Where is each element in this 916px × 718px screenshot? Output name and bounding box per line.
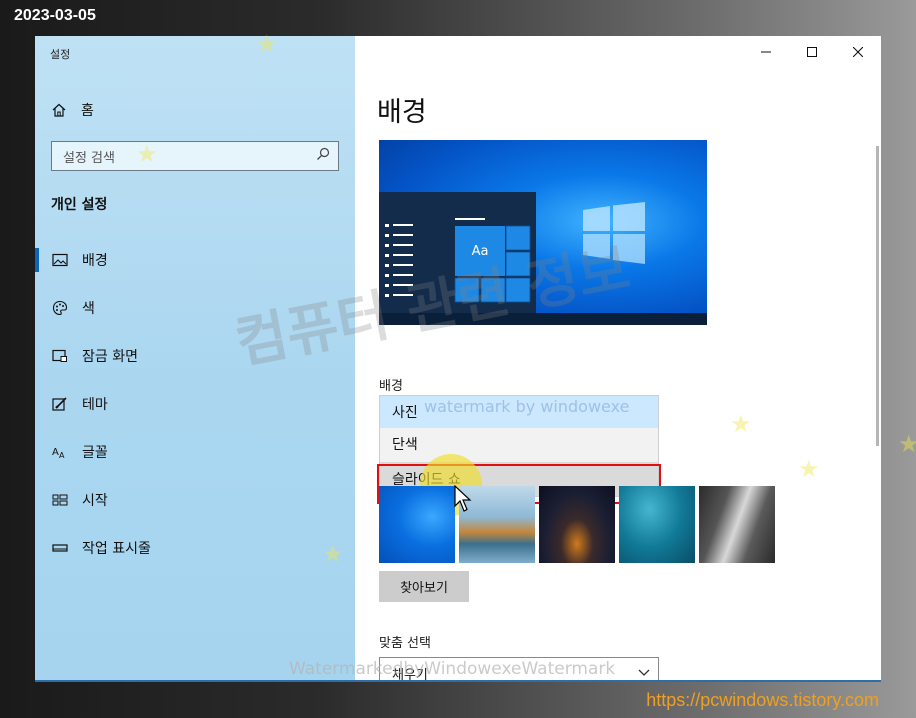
sidebar-item-label: 시작 — [82, 493, 108, 509]
sidebar-item-label: 테마 — [82, 397, 108, 413]
svg-text:A: A — [59, 451, 65, 459]
footer-url: https://pcwindows.tistory.com — [646, 690, 879, 710]
preview-tile: Aa — [455, 226, 505, 276]
maximize-icon — [807, 47, 817, 57]
home-label: 홈 — [81, 103, 94, 119]
sidebar-item-background[interactable]: 배경 — [35, 236, 355, 284]
date-stamp: 2023-03-05 — [14, 7, 96, 24]
window-controls — [743, 36, 881, 68]
page-title: 배경 — [377, 97, 427, 128]
lock-screen-icon — [52, 348, 68, 364]
sidebar-item-label: 잠금 화면 — [82, 349, 138, 365]
fit-select[interactable]: 채우기 — [379, 657, 659, 682]
star-decoration: ★ — [898, 430, 916, 458]
picture-thumbnail-4[interactable] — [619, 486, 695, 563]
home-nav-item[interactable]: 홈 — [51, 100, 94, 120]
home-icon — [51, 102, 67, 118]
close-icon — [853, 47, 863, 57]
sidebar-nav: 배경 색 잠금 화면 테마 A A 글꼴 시작 작업 표시줄 — [35, 236, 355, 572]
sidebar-item-lock-screen[interactable]: 잠금 화면 — [35, 332, 355, 380]
picture-thumbnail-3[interactable] — [539, 486, 615, 563]
sidebar-item-label: 글꼴 — [82, 445, 108, 461]
svg-text:A: A — [52, 447, 59, 458]
preview-start-menu: Aa — [379, 192, 536, 313]
vertical-scrollbar[interactable] — [876, 146, 879, 446]
sidebar-item-label: 작업 표시줄 — [82, 541, 151, 557]
minimize-icon — [761, 51, 771, 53]
search-input[interactable]: 설정 검색 — [51, 141, 339, 171]
picture-icon — [52, 252, 68, 268]
theme-icon — [52, 396, 68, 412]
windows-logo-icon — [583, 202, 645, 264]
sidebar-item-label: 색 — [82, 301, 95, 317]
dropdown-option-picture[interactable]: 사진 — [380, 396, 658, 428]
app-title: 설정 — [50, 48, 71, 61]
main-content: 배경 Aa 배경 사진 단색 슬라이드 찾아보기 맞춤 선택 채우기 — [355, 36, 881, 680]
picture-thumbnail-1[interactable] — [379, 486, 455, 563]
start-icon — [52, 492, 68, 508]
picture-thumbnail-5[interactable] — [699, 486, 775, 563]
taskbar-icon — [52, 540, 68, 556]
sidebar-item-color[interactable]: 색 — [35, 284, 355, 332]
sidebar: 설정 홈 설정 검색 개인 설정 배경 색 잠금 화면 테마 A A 글꼴 시작… — [35, 36, 355, 680]
palette-icon — [52, 300, 68, 316]
sidebar-item-start[interactable]: 시작 — [35, 476, 355, 524]
close-button[interactable] — [835, 36, 881, 68]
preview-taskbar — [379, 313, 707, 325]
dropdown-option-solid-color[interactable]: 단색 — [380, 428, 658, 460]
mouse-pointer-icon — [454, 485, 472, 512]
section-title: 개인 설정 — [51, 197, 108, 213]
sidebar-item-theme[interactable]: 테마 — [35, 380, 355, 428]
chevron-down-icon — [638, 669, 650, 676]
maximize-button[interactable] — [789, 36, 835, 68]
font-icon: AA — [52, 444, 68, 460]
settings-window: 설정 홈 설정 검색 개인 설정 배경 색 잠금 화면 테마 A A 글꼴 시작… — [35, 36, 881, 682]
desktop-preview: Aa — [379, 140, 707, 325]
minimize-button[interactable] — [743, 36, 789, 68]
search-icon — [316, 147, 330, 165]
fit-label: 맞춤 선택 — [379, 636, 431, 651]
search-placeholder: 설정 검색 — [63, 150, 115, 166]
background-label: 배경 — [379, 379, 403, 394]
sidebar-item-taskbar[interactable]: 작업 표시줄 — [35, 524, 355, 572]
recent-pictures-row — [379, 486, 775, 563]
sidebar-item-fonts[interactable]: AA 글꼴 — [35, 428, 355, 476]
sidebar-item-label: 배경 — [82, 253, 108, 269]
fit-select-value: 채우기 — [392, 667, 428, 682]
browse-button[interactable]: 찾아보기 — [379, 571, 469, 602]
